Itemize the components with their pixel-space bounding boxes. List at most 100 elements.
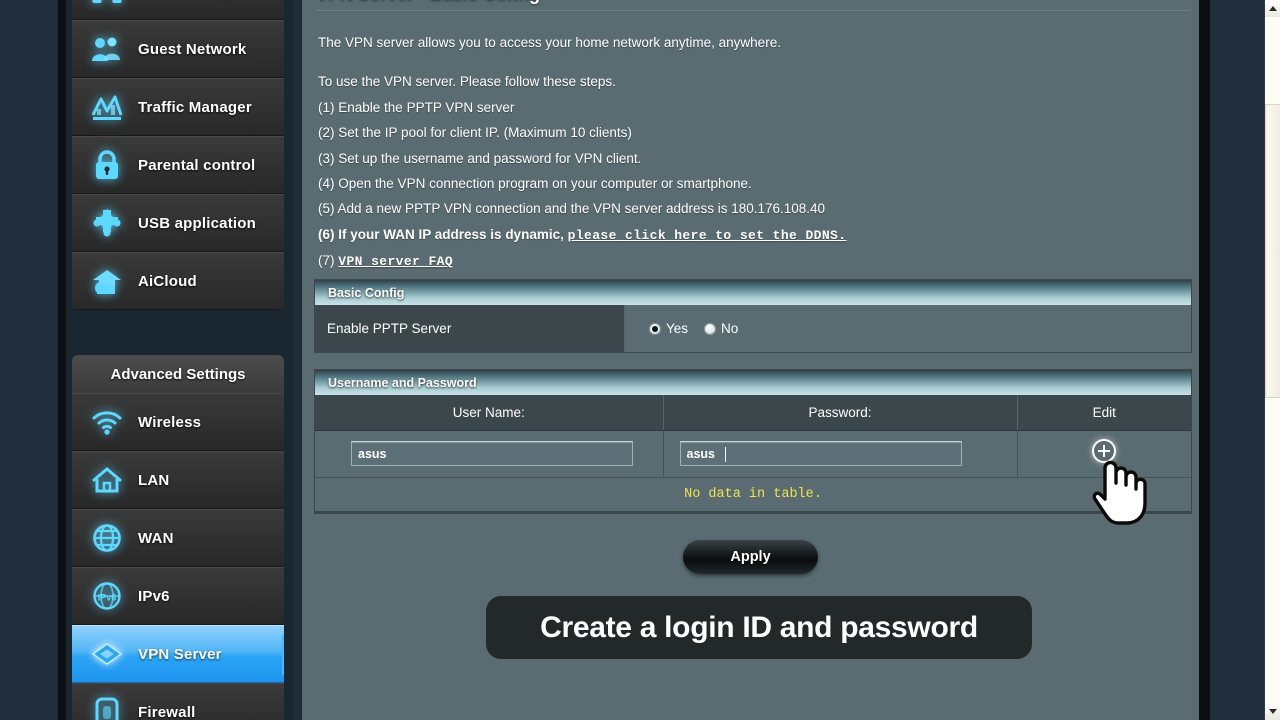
plus-circle-icon[interactable] <box>1092 439 1117 463</box>
sidebar-item-parental-control[interactable]: Parental control <box>72 136 284 194</box>
sidebar-item-usb-application[interactable]: USB application <box>72 194 284 252</box>
sidebar-item-lan[interactable]: LAN <box>72 451 284 509</box>
sidebar-left-edge <box>58 0 66 720</box>
radio-yes[interactable]: Yes <box>649 321 688 336</box>
sidebar-item-label: Wireless <box>138 413 202 431</box>
triangle-up-icon[interactable] <box>1265 0 1280 17</box>
column-header-password: Password: <box>663 395 1018 431</box>
username-input[interactable] <box>351 441 633 466</box>
globe-icon <box>84 517 130 559</box>
sidebar: Network Map Guest Network <box>66 0 294 720</box>
step-text: If your WAN IP address is dynamic, <box>338 226 564 242</box>
steps-heading: To use the VPN server. Please follow the… <box>318 74 616 90</box>
column-header-edit: Edit <box>1017 395 1191 431</box>
step-number: (1) <box>318 99 335 115</box>
sidebar-item-label: USB application <box>138 214 257 232</box>
page-title: VPN Server - Basic Config <box>316 0 540 5</box>
sidebar-item-label: Guest Network <box>138 40 247 58</box>
table-row <box>315 430 1191 478</box>
right-gutter <box>1210 0 1264 720</box>
radio-yes-label: Yes <box>666 321 689 336</box>
basic-config-panel: Basic Config Enable PPTP Server Yes No <box>314 279 1192 353</box>
callout-text: Create a login ID and password <box>540 610 978 644</box>
enable-pptp-row: Enable PPTP Server Yes No <box>315 305 1191 352</box>
sidebar-item-traffic-manager[interactable]: Traffic Manager <box>72 78 284 136</box>
radio-no[interactable]: No <box>704 321 738 336</box>
sidebar-item-wan[interactable]: WAN <box>72 509 284 567</box>
intro-block: The VPN server allows you to access your… <box>318 30 1188 275</box>
sidebar-advanced-group: Advanced Settings Wireless LAN WAN IPv6 … <box>72 355 284 720</box>
step-number: (7) <box>318 253 335 269</box>
step-number: (6) <box>318 226 335 242</box>
advanced-settings-title: Advanced Settings <box>72 355 284 393</box>
sidebar-item-wireless[interactable]: Wireless <box>72 393 284 451</box>
column-header-username: User Name: <box>315 395 664 431</box>
callout-banner: Create a login ID and password <box>486 596 1032 659</box>
title-divider <box>316 10 1190 12</box>
radio-yes-indicator[interactable] <box>649 322 661 335</box>
firewall-shield-icon <box>84 691 130 720</box>
sidebar-item-vpn-server[interactable]: VPN Server <box>72 625 284 683</box>
enable-pptp-label: Enable PPTP Server <box>315 305 625 352</box>
sidebar-item-label: VPN Server <box>138 645 222 663</box>
left-gutter <box>0 0 66 720</box>
radio-no-label: No <box>721 321 739 336</box>
table-header-row: User Name: Password: Edit <box>315 395 1191 431</box>
apply-button[interactable]: Apply <box>683 540 818 574</box>
sidebar-item-aicloud[interactable]: AiCloud <box>72 252 284 310</box>
puzzle-icon <box>84 202 130 244</box>
credentials-header: Username and Password <box>315 370 1191 395</box>
sidebar-item-label: Firewall <box>138 703 196 720</box>
sidebar-item-label: AiCloud <box>138 272 197 290</box>
credentials-panel: Username and Password User Name: Passwor… <box>314 369 1192 514</box>
step-number: (2) <box>318 125 335 141</box>
username-cell <box>315 430 664 478</box>
step-text: Enable the PPTP VPN server <box>338 99 515 115</box>
step-line: (3) Set up the username and password for… <box>318 146 1188 171</box>
step-number: (3) <box>318 150 335 166</box>
sidebar-item-firewall[interactable]: Firewall <box>72 683 284 720</box>
empty-table-message: No data in table. <box>315 477 1191 513</box>
sidebar-item-ipv6[interactable]: IPv6 IPv6 <box>72 567 284 625</box>
ddns-link[interactable]: please click here to set the DDNS. <box>568 228 847 243</box>
step-line: (5) Add a new PPTP VPN connection and th… <box>318 196 1188 221</box>
page-scrollbar[interactable] <box>1264 0 1280 720</box>
router-admin-page: Network Map Guest Network <box>0 0 1280 720</box>
sidebar-item-label: Traffic Manager <box>138 98 252 116</box>
svg-text:IPv6: IPv6 <box>98 593 117 603</box>
password-input[interactable] <box>679 441 962 466</box>
intro-paragraph: The VPN server allows you to access your… <box>318 35 781 50</box>
step-number: (5) <box>318 201 335 217</box>
cloud-house-icon <box>84 260 130 302</box>
sidebar-item-label: LAN <box>138 471 170 489</box>
sidebar-main-group: Network Map Guest Network <box>72 0 284 310</box>
step-text: Add a new PPTP VPN connection and the VP… <box>337 201 826 217</box>
step-text: Set up the username and password for VPN… <box>338 150 642 166</box>
sidebar-item-guest-network[interactable]: Guest Network <box>72 20 284 78</box>
enable-pptp-options: Yes No <box>625 305 1191 352</box>
vpn-server-icon <box>84 633 130 675</box>
empty-table-row: No data in table. <box>315 477 1191 513</box>
step-number: (4) <box>318 176 335 192</box>
content-right-edge <box>1199 0 1210 720</box>
step-line: (2) Set the IP pool for client IP. (Maxi… <box>318 120 1188 145</box>
radio-no-indicator[interactable] <box>704 322 717 335</box>
ipv6-globe-icon: IPv6 <box>84 575 130 617</box>
lock-icon <box>84 144 130 186</box>
network-map-icon <box>84 0 130 12</box>
vpn-server-faq-link[interactable]: VPN server FAQ <box>338 254 453 269</box>
step-text: Open the VPN connection program on your … <box>338 176 752 192</box>
sidebar-item-network-map[interactable]: Network Map <box>72 0 284 20</box>
step-line: (4) Open the VPN connection program on y… <box>318 171 1188 196</box>
wifi-icon <box>84 401 130 443</box>
sidebar-item-label: IPv6 <box>138 587 170 605</box>
scrollbar-thumb[interactable] <box>1265 104 1280 398</box>
triangle-down-icon[interactable] <box>1265 703 1280 720</box>
guest-network-icon <box>84 28 130 70</box>
edit-cell <box>1017 430 1191 478</box>
sidebar-item-label: Parental control <box>138 156 256 174</box>
password-cell <box>663 430 1018 478</box>
step-line-ddns: (6) If your WAN IP address is dynamic, p… <box>318 222 1188 248</box>
traffic-manager-icon <box>84 86 130 128</box>
